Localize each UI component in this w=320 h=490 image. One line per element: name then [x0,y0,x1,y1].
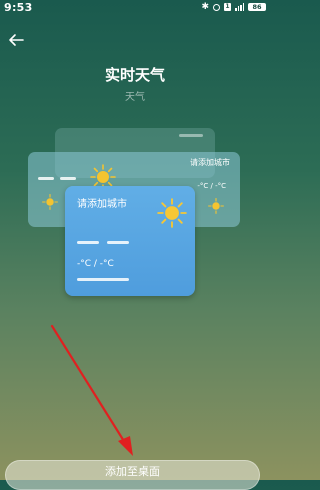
add-to-desktop-button[interactable]: 添加至桌面 [5,460,260,490]
status-icons: ✱ 1 86 [201,2,266,12]
back-button[interactable] [6,30,26,50]
widget-card-front: 请添加城市 -°C / -°C [65,186,195,296]
placeholder-bar [179,134,203,137]
widget-temp-label: -°C / -°C [197,182,226,190]
sun-icon [208,198,224,214]
placeholder-bar [77,241,99,244]
widget-city-label: 请添加城市 [190,158,230,167]
placeholder-bar [107,241,129,244]
placeholder-bar [38,177,54,180]
sun-icon [157,198,187,228]
placeholder-bar [77,278,129,281]
widget-city-label: 请添加城市 [77,199,127,210]
status-time: 9:53 [4,1,33,14]
page-subtitle: 天气 [125,92,145,103]
widget-temp-label: -°C / -°C [77,259,114,269]
back-arrow-icon [9,34,24,46]
battery-icon: 86 [248,3,266,11]
signal-icon [235,3,244,11]
status-bar: 9:53 ✱ 1 86 [0,0,270,18]
alarm-icon [213,3,220,11]
sun-icon [42,194,58,210]
placeholder-bar [60,177,76,180]
sim-icon: 1 [224,3,231,11]
page-title: 实时天气 [104,66,165,84]
bluetooth-icon: ✱ [201,2,209,12]
